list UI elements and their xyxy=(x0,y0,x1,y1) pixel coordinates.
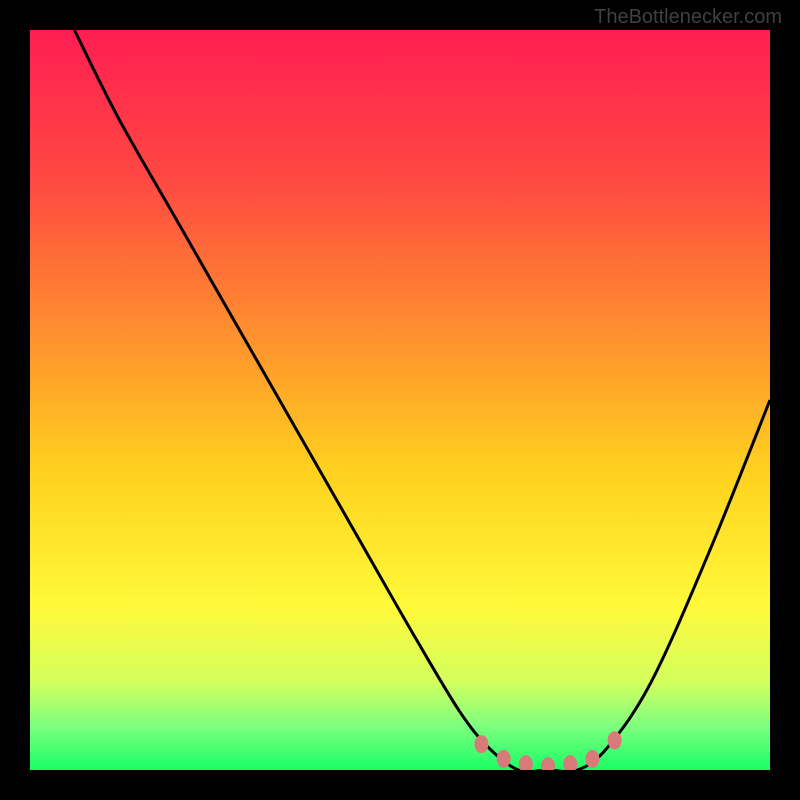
marker-dot xyxy=(608,731,622,749)
chart-svg xyxy=(30,30,770,770)
chart-container xyxy=(30,30,770,770)
watermark-text: TheBottlenecker.com xyxy=(594,6,782,29)
marker-dot xyxy=(585,750,599,768)
marker-dot xyxy=(474,735,488,753)
gradient-background xyxy=(30,30,770,770)
marker-dot xyxy=(497,750,511,768)
